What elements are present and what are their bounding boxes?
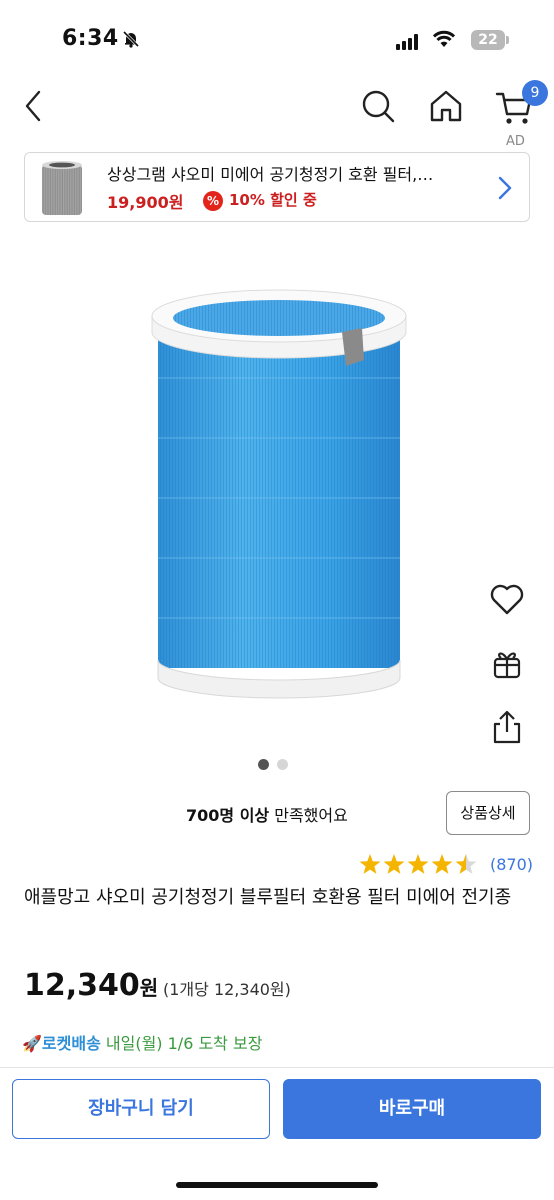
- discount-icon: %: [203, 191, 223, 211]
- ad-discount: 10% 할인 중: [229, 191, 317, 209]
- star-icon: [431, 854, 453, 874]
- price-value: 12,340: [24, 968, 140, 1003]
- star-icon: [455, 854, 477, 874]
- review-count[interactable]: (870): [490, 855, 533, 874]
- share-icon[interactable]: [488, 708, 526, 746]
- home-indicator: [176, 1182, 378, 1188]
- back-icon[interactable]: [14, 86, 54, 126]
- wifi-icon: [432, 30, 456, 47]
- ad-product-thumbnail: [42, 161, 82, 215]
- heart-icon[interactable]: [488, 580, 526, 618]
- product-title: 애플망고 샤오미 공기청정기 블루필터 호환용 필터 미에어 전기종: [24, 887, 512, 908]
- product-image[interactable]: [148, 288, 410, 704]
- product-price: 12,340원: [24, 968, 158, 1003]
- delivery-date: 내일(월) 1/6 도착 보장: [100, 1034, 263, 1053]
- battery-indicator: 22: [471, 30, 505, 50]
- gift-icon[interactable]: [488, 644, 526, 682]
- rocket-icon: 🚀: [22, 1034, 42, 1053]
- product-detail-button[interactable]: 상품상세: [446, 791, 530, 835]
- divider: [0, 1067, 554, 1068]
- status-time: 6:34: [62, 26, 119, 51]
- ad-price: 19,900원: [107, 193, 184, 212]
- gallery-dot[interactable]: [277, 759, 288, 770]
- delivery-row: 🚀로켓배송 내일(월) 1/6 도착 보장: [22, 1030, 262, 1054]
- ad-label: AD: [506, 134, 525, 149]
- add-to-cart-button[interactable]: 장바구니 담기: [12, 1079, 270, 1139]
- battery-tip: [506, 36, 509, 44]
- bell-muted-icon: [122, 30, 140, 48]
- satisfaction-count: 700명 이상: [186, 806, 270, 825]
- price-unit: 원: [139, 976, 159, 1000]
- unit-price: (1개당 12,340원): [163, 980, 291, 999]
- star-icon: [359, 854, 381, 874]
- gallery-dot[interactable]: [258, 759, 269, 770]
- cart-count-badge: 9: [522, 80, 548, 106]
- rating-stars[interactable]: [358, 853, 484, 877]
- cellular-signal-icon: [396, 31, 420, 50]
- buy-now-button[interactable]: 바로구매: [283, 1079, 541, 1139]
- chevron-right-icon: [498, 176, 512, 200]
- gallery-dots[interactable]: [258, 755, 296, 774]
- search-icon[interactable]: [358, 86, 398, 126]
- satisfaction-label: 만족했어요: [269, 806, 348, 825]
- star-icon: [383, 854, 405, 874]
- ad-title: 상상그램 샤오미 미에어 공기청정기 호환 필터,…: [107, 165, 434, 184]
- rocket-delivery-label: 로켓배송: [41, 1034, 101, 1053]
- ad-banner[interactable]: 상상그램 샤오미 미에어 공기청정기 호환 필터,… 19,900원 % 10%…: [24, 152, 530, 222]
- home-icon[interactable]: [426, 86, 466, 126]
- satisfaction-text: 700명 이상 만족했어요: [186, 802, 348, 826]
- star-icon: [407, 854, 429, 874]
